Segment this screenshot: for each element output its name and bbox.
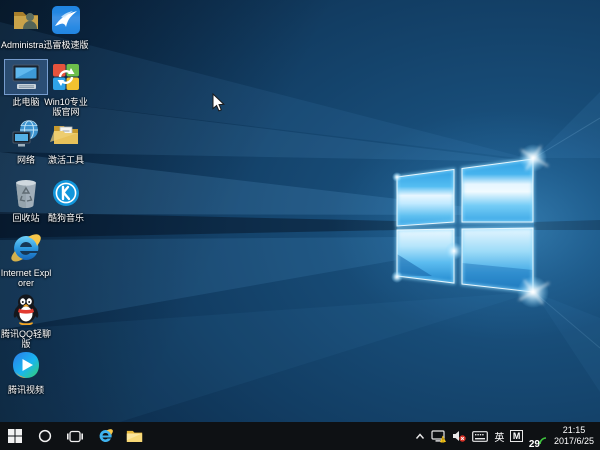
taskbar-clock[interactable]: 21:15 2017/6/25 [550, 425, 600, 447]
clock-time: 21:15 [562, 425, 586, 435]
desktop-icon-internet-explorer[interactable]: Internet Explorer [0, 230, 52, 288]
ime-mode-label: M [510, 430, 523, 442]
icon-label: 迅雷极速版 [43, 40, 89, 50]
temperature-widget[interactable]: 29 [526, 422, 550, 450]
kugou-music-icon [53, 180, 79, 206]
qq-penguin-icon [13, 294, 39, 325]
taskbar: ! 英 M 29 21:15 2017/6/25 [0, 422, 600, 450]
speaker-muted-icon [453, 431, 467, 442]
taskbar-file-explorer[interactable] [121, 422, 147, 450]
start-button[interactable] [2, 422, 28, 450]
this-pc-icon [12, 64, 40, 89]
show-hidden-icons-button[interactable] [412, 422, 428, 450]
tencent-video-icon [13, 352, 39, 378]
ime-language-indicator[interactable]: 英 [491, 422, 507, 450]
chevron-up-icon [416, 432, 425, 439]
cortana-circle-icon [38, 429, 52, 443]
recycle-bin-icon [16, 180, 36, 208]
thunder-bird-icon [52, 6, 80, 34]
ime-mode-indicator[interactable]: M [507, 422, 526, 450]
volume-muted-icon[interactable] [449, 422, 469, 450]
desktop[interactable]: Administra... 迅雷极速版 此电脑 Win10专业版官网 网络 激活… [0, 0, 600, 422]
taskbar-internet-explorer[interactable] [92, 422, 118, 450]
system-tray: ! 英 M 29 21:15 2017/6/25 [412, 422, 600, 450]
network-warning-icon: ! [431, 429, 447, 443]
mouse-cursor [212, 93, 225, 112]
keyboard-icon [472, 430, 489, 442]
icon-label: 酷狗音乐 [47, 213, 84, 223]
network-status-icon[interactable]: ! [428, 422, 449, 450]
windows-logo-icon [8, 429, 22, 443]
task-view-icon [67, 430, 83, 442]
touch-keyboard-icon[interactable] [469, 422, 491, 450]
internet-explorer-icon [11, 234, 41, 262]
file-explorer-icon [126, 430, 142, 442]
win10-colored-squares-icon [53, 64, 79, 90]
icon-label: 腾讯QQ轻聊版 [0, 329, 51, 349]
desktop-icon-activation-tools[interactable]: 激活工具 [40, 117, 92, 165]
desktop-icon-thunder[interactable]: 迅雷极速版 [40, 2, 92, 50]
desktop-icon-qq[interactable]: 腾讯QQ轻聊版 [0, 291, 52, 349]
temperature-arc-icon [539, 437, 547, 445]
icon-label: Win10专业版官网 [44, 97, 88, 117]
icon-label: Internet Explorer [0, 268, 52, 288]
cortana-search-button[interactable] [32, 422, 58, 450]
desktop-icon-win10-site[interactable]: Win10专业版官网 [40, 59, 92, 117]
desktop-icon-tencent-video[interactable]: 腾讯视频 [0, 347, 52, 395]
administrator-folder-icon [14, 12, 38, 29]
network-globe-icon [12, 120, 38, 147]
icon-label: 腾讯视频 [7, 385, 44, 395]
internet-explorer-icon [99, 429, 113, 442]
task-view-button[interactable] [62, 422, 88, 450]
tools-folder-icon [50, 126, 78, 144]
icon-label: 激活工具 [47, 155, 84, 165]
clock-date: 2017/6/25 [553, 436, 594, 446]
ime-language-label: 英 [494, 432, 505, 444]
desktop-icon-kugou[interactable]: 酷狗音乐 [40, 175, 92, 223]
